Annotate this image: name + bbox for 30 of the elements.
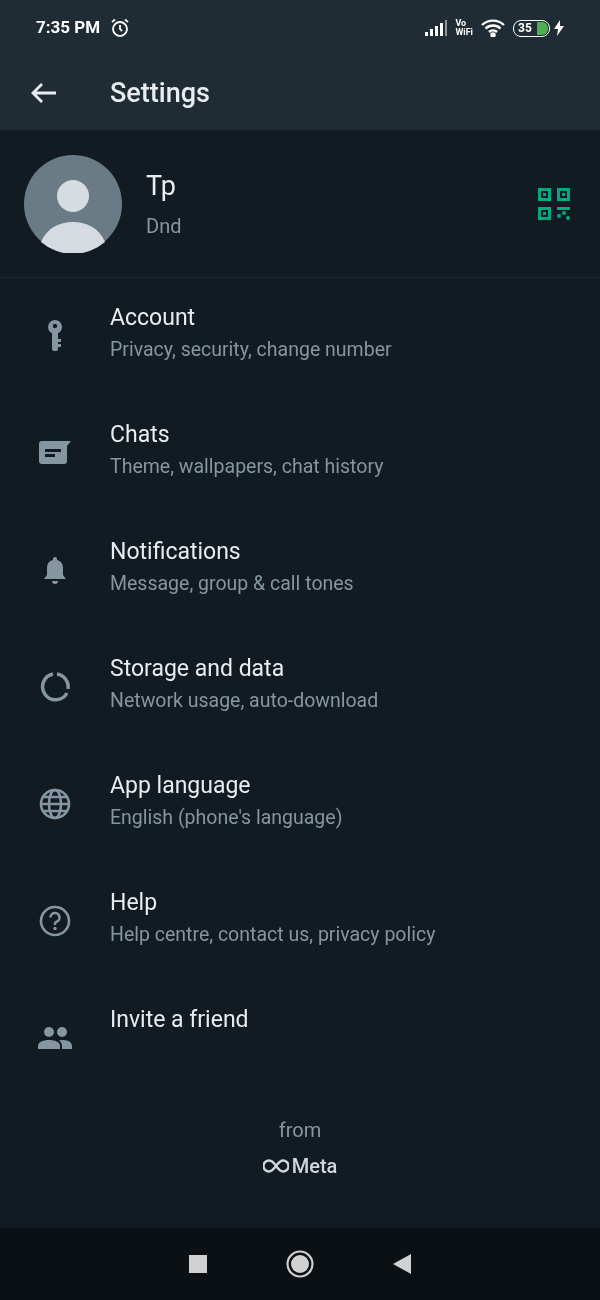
profile-name: Tp — [146, 169, 177, 205]
item-subtitle: Message, group & call tones — [110, 571, 354, 597]
settings-item[interactable]: Invite a friend — [0, 996, 600, 1113]
item-title: Chats — [110, 420, 171, 450]
item-title: Help — [110, 888, 159, 918]
brand-name: Meta — [291, 1153, 338, 1180]
item-subtitle: English (phone's language) — [110, 805, 343, 831]
settings-item[interactable]: Chats Theme, wallpapers, chat history — [0, 411, 600, 528]
item-title: App language — [110, 771, 252, 801]
settings-item[interactable]: Notifications Message, group & call tones — [0, 528, 600, 645]
profile-row[interactable]: Tp Dnd — [0, 130, 600, 278]
page-title: Settings — [110, 75, 210, 111]
status-time: 7:35 PM — [36, 16, 101, 40]
item-title: Invite a friend — [110, 1005, 249, 1035]
item-title: Account — [110, 303, 197, 333]
battery-percent: 35 — [518, 22, 532, 34]
vowifi-label: WiFi — [455, 28, 473, 37]
from-label: from — [278, 1117, 322, 1144]
settings-item[interactable]: App language English (phone's language) — [0, 762, 600, 879]
item-subtitle: Help centre, contact us, privacy policy — [110, 922, 436, 948]
settings-item[interactable]: Help Help centre, contact us, privacy policy — [0, 879, 600, 996]
item-subtitle: Theme, wallpapers, chat history — [110, 454, 384, 480]
vowifi-label: Vo — [455, 19, 468, 28]
item-title: Storage and data — [110, 654, 286, 684]
settings-item[interactable]: Account Privacy, security, change number — [0, 294, 600, 411]
item-subtitle: Privacy, security, change number — [110, 337, 392, 363]
item-title: Notifications — [110, 537, 242, 567]
profile-about: Dnd — [146, 212, 183, 240]
item-subtitle: Network usage, auto-download — [110, 688, 379, 714]
settings-item[interactable]: Storage and data Network usage, auto-download — [0, 645, 600, 762]
